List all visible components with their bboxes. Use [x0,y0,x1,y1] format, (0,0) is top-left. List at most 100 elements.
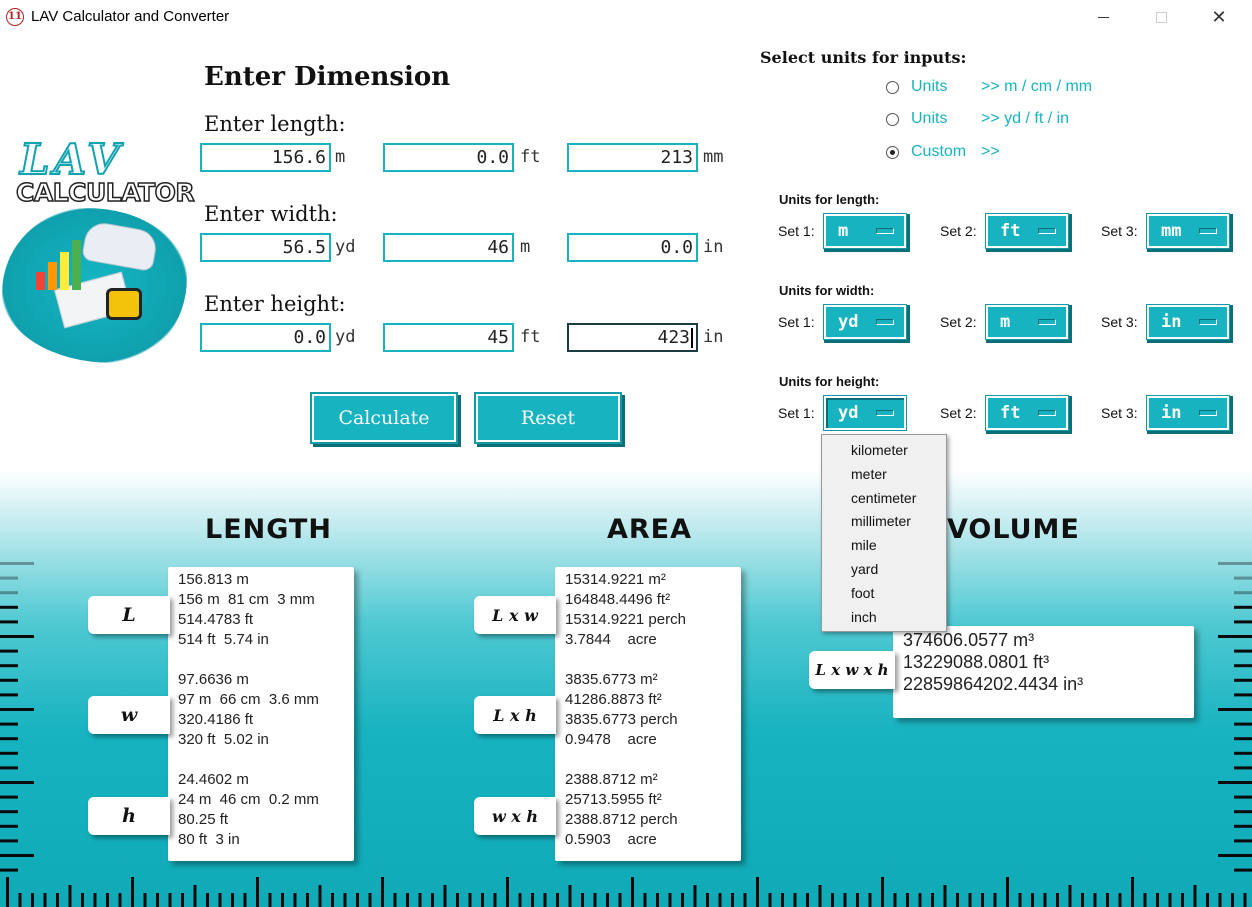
close-button[interactable]: ✕ [1190,0,1248,34]
width-set3-select[interactable]: in [1147,305,1229,339]
height-set2-select[interactable]: ft [986,396,1068,430]
height-set3-select[interactable]: in [1147,396,1229,430]
dropdown-item-centimeter[interactable]: centimeter [822,487,946,511]
ruler-tick [681,893,684,907]
height-input-1[interactable]: 0.0 [200,323,331,352]
width-set1-label: Set 1: [778,314,815,330]
radio-imperial[interactable]: Units >> yd / ft / in [886,110,1069,128]
ruler-tick [31,893,34,907]
ruler-tick [1231,893,1234,907]
width-unit-2: m [520,237,531,257]
height-input-3[interactable]: 423 [567,323,698,352]
ruler-tick [693,885,697,907]
ruler-tick [1234,664,1252,668]
select-value: in [1161,312,1182,332]
dropdown-item-foot[interactable]: foot [822,582,946,606]
ruler-tick [831,893,834,907]
minimize-button[interactable] [1074,0,1132,34]
area-result-wh: 2388.8712 m² 25713.5955 ft² 2388.8712 pe… [565,770,741,850]
ruler-tick [1218,893,1222,907]
ruler-tick [1234,824,1252,828]
dropdown-indicator-icon [876,319,894,325]
height-label: Enter height: [204,292,346,316]
logo-bar-chart-image [36,230,96,290]
ruler-tick [1131,877,1134,907]
result-line: 15314.9221 m² [565,571,666,588]
result-line: 24 m 46 cm 0.2 mm [178,791,319,808]
dropdown-item-millimeter[interactable]: millimeter [822,510,946,534]
width-input-2[interactable]: 46 [383,233,514,262]
radio-metric[interactable]: Units >> m / cm / mm [886,78,1092,96]
maximize-button[interactable] [1132,0,1190,34]
length-input-1[interactable]: 156.6 [200,143,331,172]
ruler-tick [456,893,459,907]
ruler-tick [56,893,59,907]
ruler-tick [718,893,722,907]
ruler-tick [0,591,18,595]
dropdown-item-kilometer[interactable]: kilometer [822,439,946,463]
ruler-tick [1234,649,1252,653]
ruler-tick [243,893,247,907]
width-input-1[interactable]: 56.5 [200,233,331,262]
tag-length: L [88,596,170,634]
radio-button[interactable] [886,80,899,94]
length-set1-select[interactable]: m [824,214,906,248]
app-icon: 11 [6,8,24,26]
ruler-tick [656,893,659,907]
ruler-tick [918,893,922,907]
ruler-tick [0,854,34,857]
tag-wxh: w x h [474,797,556,835]
ruler-tick [1018,893,1022,907]
close-icon: ✕ [1211,6,1227,27]
dropdown-item-mile[interactable]: mile [822,534,946,558]
ruler-tick [0,664,18,668]
length-set2-select[interactable]: ft [986,214,1068,248]
area-results-heading: AREA [607,514,693,545]
length-input-2[interactable]: 0.0 [383,143,514,172]
dropdown-item-meter[interactable]: meter [822,463,946,487]
calculate-button[interactable]: Calculate [312,394,456,442]
width-set1-select[interactable]: yd [824,305,906,339]
ruler-tick [1234,576,1252,580]
radio-button[interactable] [886,145,899,159]
select-value: yd [838,403,859,423]
radio-custom[interactable]: Custom >> [886,143,1000,161]
dropdown-item-inch[interactable]: inch [822,606,946,630]
result-line: 24.4602 m [178,771,249,788]
radio-desc: >> yd / ft / in [981,110,1070,127]
ruler-tick [0,620,18,624]
height-input-2[interactable]: 45 [383,323,514,352]
ruler-tick [231,893,234,907]
width-set2-select[interactable]: m [986,305,1068,339]
result-line: 97.6636 m [178,671,249,688]
minimize-icon [1097,16,1109,18]
ruler-tick [1234,810,1252,814]
ruler-tick [593,893,597,907]
length-results-heading: LENGTH [205,514,332,545]
height-set1-select[interactable]: yd [824,396,906,430]
ruler-tick [906,893,909,907]
ruler-tick [343,893,347,907]
ruler-tick [1234,737,1252,741]
length-set3-select[interactable]: mm [1147,214,1229,248]
width-input-3[interactable]: 0.0 [567,233,698,262]
length-set2-label: Set 2: [940,223,977,239]
dropdown-indicator-icon [1038,228,1056,234]
ruler-tick [981,893,984,907]
radio-desc: >> [981,143,1000,160]
length-label: Enter length: [204,112,346,136]
result-line: 156 m 81 cm 3 mm [178,591,315,608]
ruler-tick [193,885,197,907]
result-line: 374606.0577 m³ [903,630,1035,650]
ruler-tick [0,722,18,726]
ruler-tick [0,605,18,609]
reset-button[interactable]: Reset [476,394,620,442]
ruler-tick [993,893,997,907]
length-unit-1: m [335,147,346,167]
length-result-h: 24.4602 m 24 m 46 cm 0.2 mm 80.25 ft 80 … [178,770,354,850]
length-input-3[interactable]: 213 [567,143,698,172]
radio-button[interactable] [886,112,899,126]
ruler-tick [118,893,122,907]
dropdown-item-yard[interactable]: yard [822,558,946,582]
ruler-tick [631,877,634,907]
